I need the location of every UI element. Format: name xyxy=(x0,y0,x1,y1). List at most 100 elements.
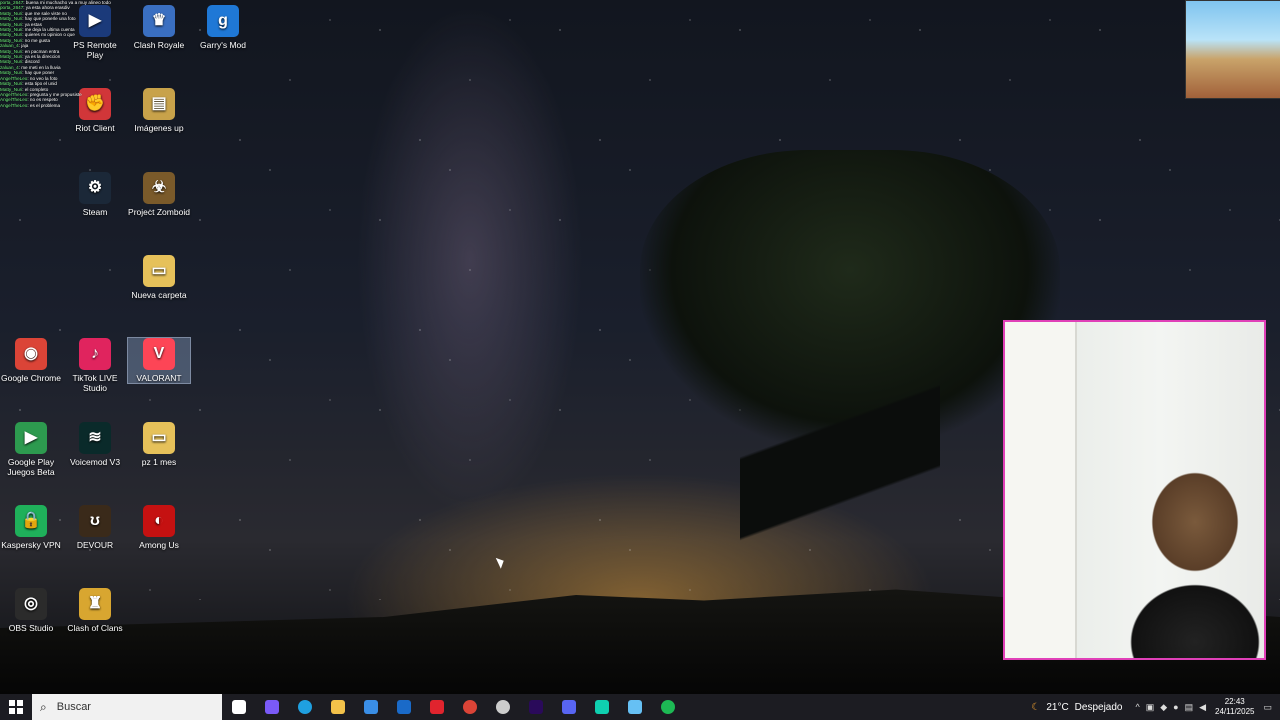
chrome-icon: ◉ xyxy=(15,338,47,370)
chat-text: : hay que poner xyxy=(22,70,55,76)
copilot-icon xyxy=(264,700,279,714)
chat-username: Matty_Nuri xyxy=(0,32,23,38)
desktop-icon-label: pz 1 mes xyxy=(141,457,177,467)
taskbar-app-discord[interactable] xyxy=(552,694,585,720)
tray-game-icon[interactable]: ◆ xyxy=(1160,702,1167,713)
windows-logo-icon xyxy=(9,700,23,714)
chat-username: Matty_Nuri xyxy=(0,81,23,87)
chat-username: Matty_Nuri xyxy=(0,37,23,43)
among-us-icon: ◐ xyxy=(143,505,175,537)
discord-icon xyxy=(561,700,576,714)
weather-widget[interactable]: ☾ 21°C Despejado xyxy=(1031,702,1122,713)
chat-text: : quieres mi opinion o que xyxy=(22,32,75,38)
obs-icon xyxy=(495,700,510,714)
chat-text: : no es respeto xyxy=(27,97,58,103)
desktop-icon-obs-studio[interactable]: ◎ OBS Studio xyxy=(0,588,62,633)
chat-text: : jaja xyxy=(18,43,29,49)
chat-username: Matty_Nuri xyxy=(0,59,23,65)
chat-text: : discord xyxy=(22,59,40,65)
taskbar-app-outlook[interactable] xyxy=(387,694,420,720)
desktop-icon-valorant[interactable]: V VALORANT xyxy=(127,337,191,384)
chat-username: Matty_Nuri xyxy=(0,16,23,22)
desktop-icon-label: OBS Studio xyxy=(8,623,54,633)
taskbar-app-file-explorer[interactable] xyxy=(321,694,354,720)
notifications-icon[interactable]: ▭ xyxy=(1263,702,1272,713)
chrome-icon xyxy=(462,700,477,714)
desktop-icon-garrys-mod[interactable]: g Garry's Mod xyxy=(192,5,254,50)
desktop-icon-google-play-games[interactable]: ▶ Google Play Juegos Beta xyxy=(0,422,62,477)
moon-icon: ☾ xyxy=(1031,701,1041,713)
desktop-icon-clash-of-clans[interactable]: ♜ Clash of Clans xyxy=(64,588,126,633)
taskbar-app-store[interactable] xyxy=(354,694,387,720)
chat-text: : me meti en la lluvia xyxy=(18,64,61,70)
store-icon xyxy=(363,700,378,714)
desktop-icon-voicemod[interactable]: ≋ Voicemod V3 xyxy=(64,422,126,467)
taskbar-app-task-view[interactable] xyxy=(222,694,255,720)
chat-username: AngelTheLeo xyxy=(0,97,28,103)
desktop-icon-label: Google Play Juegos Beta xyxy=(7,457,55,477)
desktop-icon-devour[interactable]: ʊ DEVOUR xyxy=(64,505,126,550)
desktop-icon-among-us[interactable]: ◐ Among Us xyxy=(128,505,190,550)
chat-text: : que me sale viste no xyxy=(22,10,67,16)
desktop-icon-label: TikTok LIVE Studio xyxy=(72,373,118,393)
taskbar-app-spotify[interactable] xyxy=(651,694,684,720)
clock-time: 22:43 xyxy=(1224,697,1245,706)
chat-text: : ya es la direccion xyxy=(22,54,61,60)
chat-overlay: porta_2647: buena mi muchacho va a muy a… xyxy=(0,0,150,335)
chat-text: : me deja la ultima cuenta xyxy=(22,27,75,33)
desktop-icon-label: DEVOUR xyxy=(76,540,114,550)
taskbar-search-box[interactable]: ⌕ Buscar xyxy=(32,694,222,720)
network-icon[interactable]: ▤ xyxy=(1185,702,1194,713)
desktop-icon-chrome[interactable]: ◉ Google Chrome xyxy=(0,338,62,383)
tray-app-icon[interactable]: ▣ xyxy=(1146,702,1155,713)
show-hidden-icons-chevron-icon[interactable]: ^ xyxy=(1135,702,1139,712)
chat-username: Matty_Nuri xyxy=(0,70,23,76)
chat-text: : pregunta y me propusiste xyxy=(27,91,82,97)
desktop-icon-kaspersky-vpn[interactable]: 🔒 Kaspersky VPN xyxy=(0,505,62,550)
chat-message: AngelTheLeo: es el problema xyxy=(0,103,150,108)
chat-username: Matty_Nuri xyxy=(0,10,23,16)
desktop-icon-label: VALORANT xyxy=(136,373,182,383)
chat-username: Matty_Nuri xyxy=(0,21,23,27)
taskbar-app-chrome[interactable] xyxy=(453,694,486,720)
search-icon: ⌕ xyxy=(40,699,47,714)
desktop-icon-folder[interactable]: ▭ pz 1 mes xyxy=(128,422,190,467)
taskbar-app-recording[interactable] xyxy=(420,694,453,720)
valorant-icon: V xyxy=(143,338,175,370)
taskbar: ⌕ Buscar ☾ 21°C Despejado ^ ▣ ◆ ● ▤ ◀ 22… xyxy=(0,694,1280,720)
chat-username: AngelTheLeo xyxy=(0,91,28,97)
premiere-icon xyxy=(528,700,543,714)
devour-icon: ʊ xyxy=(79,505,111,537)
taskbar-app-copilot[interactable] xyxy=(255,694,288,720)
taskbar-app-obs[interactable] xyxy=(486,694,519,720)
clock[interactable]: 22:43 24/11/2025 xyxy=(1215,697,1254,717)
chat-text: : el completo xyxy=(22,86,49,92)
chat-username: Matty_Nuri xyxy=(0,27,23,33)
taskbar-app-steam[interactable] xyxy=(618,694,651,720)
google-play-games-icon: ▶ xyxy=(15,422,47,454)
chat-text: : ya esta ahora erasdiv xyxy=(23,5,70,11)
taskbar-app-premiere[interactable] xyxy=(519,694,552,720)
chat-username: AngelTheLeo xyxy=(0,75,28,81)
steam-icon xyxy=(627,700,642,714)
desktop-icon-label: Garry's Mod xyxy=(199,40,247,50)
desktop-icon-label: Among Us xyxy=(139,540,179,550)
chat-text: : no me gusta xyxy=(22,37,51,43)
clash-of-clans-icon: ♜ xyxy=(79,588,111,620)
task-view-icon xyxy=(231,700,246,714)
taskbar-app-voicemod[interactable] xyxy=(585,694,618,720)
file-explorer-icon xyxy=(330,700,345,714)
chat-text: : es el problema xyxy=(27,102,61,108)
outlook-icon xyxy=(396,700,411,714)
recording-icon xyxy=(429,700,444,714)
tiktok-live-icon: ♪ xyxy=(79,338,111,370)
edge-icon xyxy=(297,700,312,714)
voicemod-icon xyxy=(594,700,609,714)
volume-icon[interactable]: ◀ xyxy=(1199,702,1206,713)
desktop-icon-tiktok-live[interactable]: ♪ TikTok LIVE Studio xyxy=(64,338,126,393)
start-button[interactable] xyxy=(0,694,32,720)
microphone-icon[interactable]: ● xyxy=(1173,702,1178,712)
garrys-mod-icon: g xyxy=(207,5,239,37)
chat-text: : en pacman entra xyxy=(22,48,60,54)
taskbar-app-edge[interactable] xyxy=(288,694,321,720)
